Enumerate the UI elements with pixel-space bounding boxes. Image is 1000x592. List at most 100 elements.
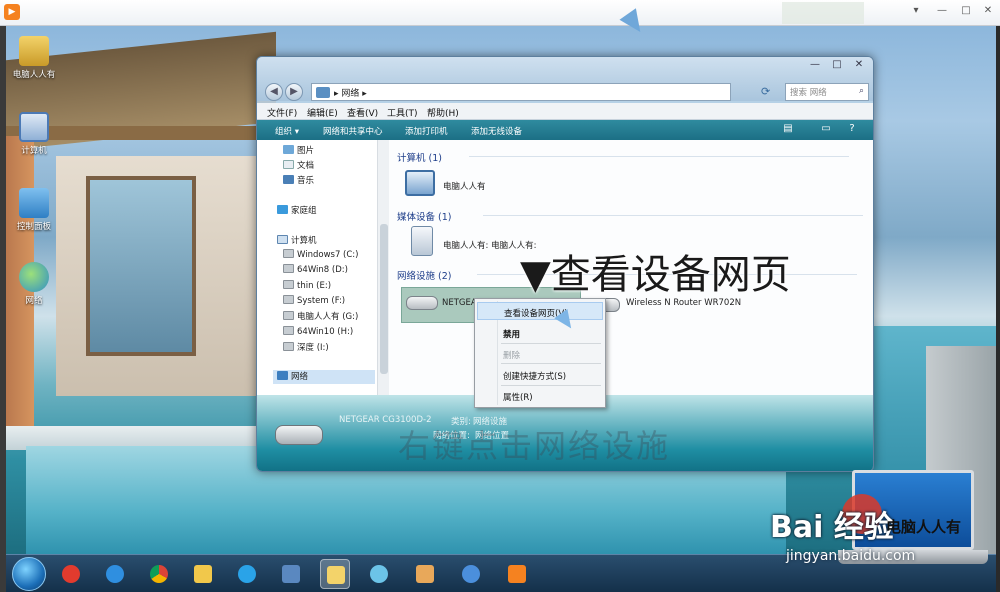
nav-item-documents[interactable]: 文档 <box>283 159 314 173</box>
nav-item-drive-d[interactable]: 64Win8 (D:) <box>283 264 348 278</box>
menu-file[interactable]: 文件(F) <box>267 106 297 119</box>
taskbar-app-player[interactable] <box>502 559 532 589</box>
forward-button[interactable]: ▶ <box>285 83 303 101</box>
menu-bar: 文件(F) 编辑(E) 查看(V) 工具(T) 帮助(H) <box>257 103 873 120</box>
nav-label: 深度 (I:) <box>297 343 329 353</box>
preview-pane-icon[interactable]: ▭ <box>819 123 833 137</box>
player-close-button[interactable]: ✕ <box>980 4 996 18</box>
player-logo-icon[interactable]: ▶ <box>4 4 20 20</box>
taskbar-app-explorer[interactable] <box>320 559 350 589</box>
360-browser-icon <box>62 565 80 583</box>
baidu-watermark: Bai 经验 <box>770 510 894 545</box>
menu-tools[interactable]: 工具(T) <box>387 106 418 119</box>
player-icon <box>508 565 526 583</box>
nav-label: 电脑人人有 (G:) <box>297 312 359 322</box>
nav-scrollbar[interactable] <box>377 140 389 395</box>
network-sharing-center-button[interactable]: 网络和共享中心 <box>323 125 383 137</box>
nav-item-drive-h[interactable]: 64Win10 (H:) <box>283 326 353 340</box>
qq-browser-icon <box>238 565 256 583</box>
drive-icon <box>283 249 294 258</box>
nav-scrollbar-thumb[interactable] <box>380 224 388 374</box>
window-close-button[interactable]: ✕ <box>849 59 869 73</box>
taskbar-app-ie[interactable] <box>100 559 130 589</box>
player-menu-button[interactable]: ▾ <box>908 4 924 18</box>
back-button[interactable]: ◀ <box>265 83 283 101</box>
taskbar-app-pinwheel[interactable] <box>364 559 394 589</box>
control-panel-icon <box>19 188 49 218</box>
computer-icon <box>405 170 435 196</box>
nav-item-homegroup[interactable]: 家庭组 <box>277 204 317 218</box>
menu-item-create-shortcut[interactable]: 创建快捷方式(S) <box>477 366 603 384</box>
router-icon <box>275 425 323 445</box>
help-icon[interactable]: ? <box>845 123 859 137</box>
homegroup-icon <box>277 205 288 214</box>
add-printer-button[interactable]: 添加打印机 <box>405 125 448 137</box>
nav-label: 64Win8 (D:) <box>297 265 348 275</box>
player-titlebar: ▶ ▾ — □ ✕ <box>0 0 1000 26</box>
search-input[interactable]: 搜索 网络 ⌕ <box>785 83 869 101</box>
taskbar-app-qq-browser[interactable] <box>232 559 262 589</box>
documents-icon <box>283 160 294 169</box>
search-icon[interactable]: ⌕ <box>859 86 864 96</box>
group-header-network-infra[interactable]: 网络设施 (2) <box>397 268 451 282</box>
taskbar-app-paint[interactable] <box>410 559 440 589</box>
drive-icon <box>283 280 294 289</box>
nav-label: Windows7 (C:) <box>297 250 359 260</box>
baidu-url: jingyan.baidu.com <box>786 548 916 564</box>
nav-label: 64Win10 (H:) <box>297 327 354 337</box>
menu-item-properties[interactable]: 属性(R) <box>477 387 603 405</box>
nav-item-drive-f[interactable]: System (F:) <box>283 295 345 309</box>
nav-label: System (F:) <box>297 296 346 306</box>
user-folder-icon <box>19 36 49 66</box>
nav-item-pictures[interactable]: 图片 <box>283 144 314 158</box>
nav-item-music[interactable]: 音乐 <box>283 174 314 188</box>
start-button[interactable] <box>12 557 46 591</box>
tutorial-caption: ▼查看设备网页 <box>520 252 791 298</box>
desktop-icon-computer[interactable]: 计算机 <box>4 112 64 156</box>
add-wireless-device-button[interactable]: 添加无线设备 <box>471 125 522 137</box>
refresh-icon[interactable]: ⟳ <box>761 85 775 99</box>
network-icon <box>19 262 49 292</box>
taskbar-app-chrome[interactable] <box>144 559 174 589</box>
desktop-icon-network[interactable]: 网络 <box>4 262 64 306</box>
nav-item-drive-e[interactable]: thin (E:) <box>283 280 331 294</box>
context-menu-separator <box>501 385 601 386</box>
paint-icon <box>416 565 434 583</box>
nav-label: 家庭组 <box>291 206 317 216</box>
menu-item-view-device-webpage[interactable]: 查看设备网页(V) <box>477 302 603 320</box>
context-menu: 查看设备网页(V) 禁用 删除 创建快捷方式(S) 属性(R) <box>474 298 606 408</box>
desktop-icon-control-panel[interactable]: 控制面板 <box>4 188 64 232</box>
pinwheel-icon <box>370 565 388 583</box>
taskbar-app-folder[interactable] <box>188 559 218 589</box>
nav-item-network[interactable]: 网络 <box>273 370 375 384</box>
player-maximize-button[interactable]: □ <box>958 4 974 18</box>
window-minimize-button[interactable]: — <box>805 59 825 73</box>
player-minimize-button[interactable]: — <box>934 4 950 18</box>
taskbar-app-360-browser[interactable] <box>56 559 86 589</box>
item-computer[interactable]: 电脑人人有 <box>443 180 486 192</box>
address-bar[interactable]: ▸ 网络 ▸ <box>311 83 731 101</box>
menu-item-delete: 删除 <box>503 351 521 361</box>
desktop-icon-user[interactable]: 电脑人人有 <box>4 36 64 80</box>
nav-item-drive-i[interactable]: 深度 (I:) <box>283 341 329 355</box>
window-maximize-button[interactable]: □ <box>827 59 847 73</box>
organize-button[interactable]: 组织 ▾ <box>275 125 299 137</box>
screen: ▶ ▾ — □ ✕ 电脑人人有 计算机 控制面板 网络 — □ ✕ ◀ ▶ ▸ … <box>0 0 1000 592</box>
menu-item-disable[interactable]: 禁用 <box>477 324 603 342</box>
menu-view[interactable]: 查看(V) <box>347 106 378 119</box>
navigation-pane: 图片 文档 音乐 家庭组 计算机 Windows7 (C:) 64Win8 (D… <box>257 140 389 395</box>
group-header-media[interactable]: 媒体设备 (1) <box>397 209 451 223</box>
computer-icon <box>277 235 288 244</box>
menu-edit[interactable]: 编辑(E) <box>307 106 338 119</box>
drive-icon <box>283 342 294 351</box>
nav-item-drive-g[interactable]: 电脑人人有 (G:) <box>283 310 358 324</box>
nav-item-computer[interactable]: 计算机 <box>277 234 317 248</box>
window-titlebar: — □ ✕ ◀ ▶ ▸ 网络 ▸ ⟳ 搜索 网络 ⌕ <box>257 57 873 101</box>
view-options-icon[interactable]: ▤ <box>781 123 795 137</box>
nav-item-drive-c[interactable]: Windows7 (C:) <box>283 249 358 263</box>
media-server-icon <box>411 226 433 256</box>
taskbar-app-remote[interactable] <box>276 559 306 589</box>
taskbar-app-tablet[interactable] <box>456 559 486 589</box>
menu-help[interactable]: 帮助(H) <box>427 106 459 119</box>
group-header-computer[interactable]: 计算机 (1) <box>397 150 442 164</box>
